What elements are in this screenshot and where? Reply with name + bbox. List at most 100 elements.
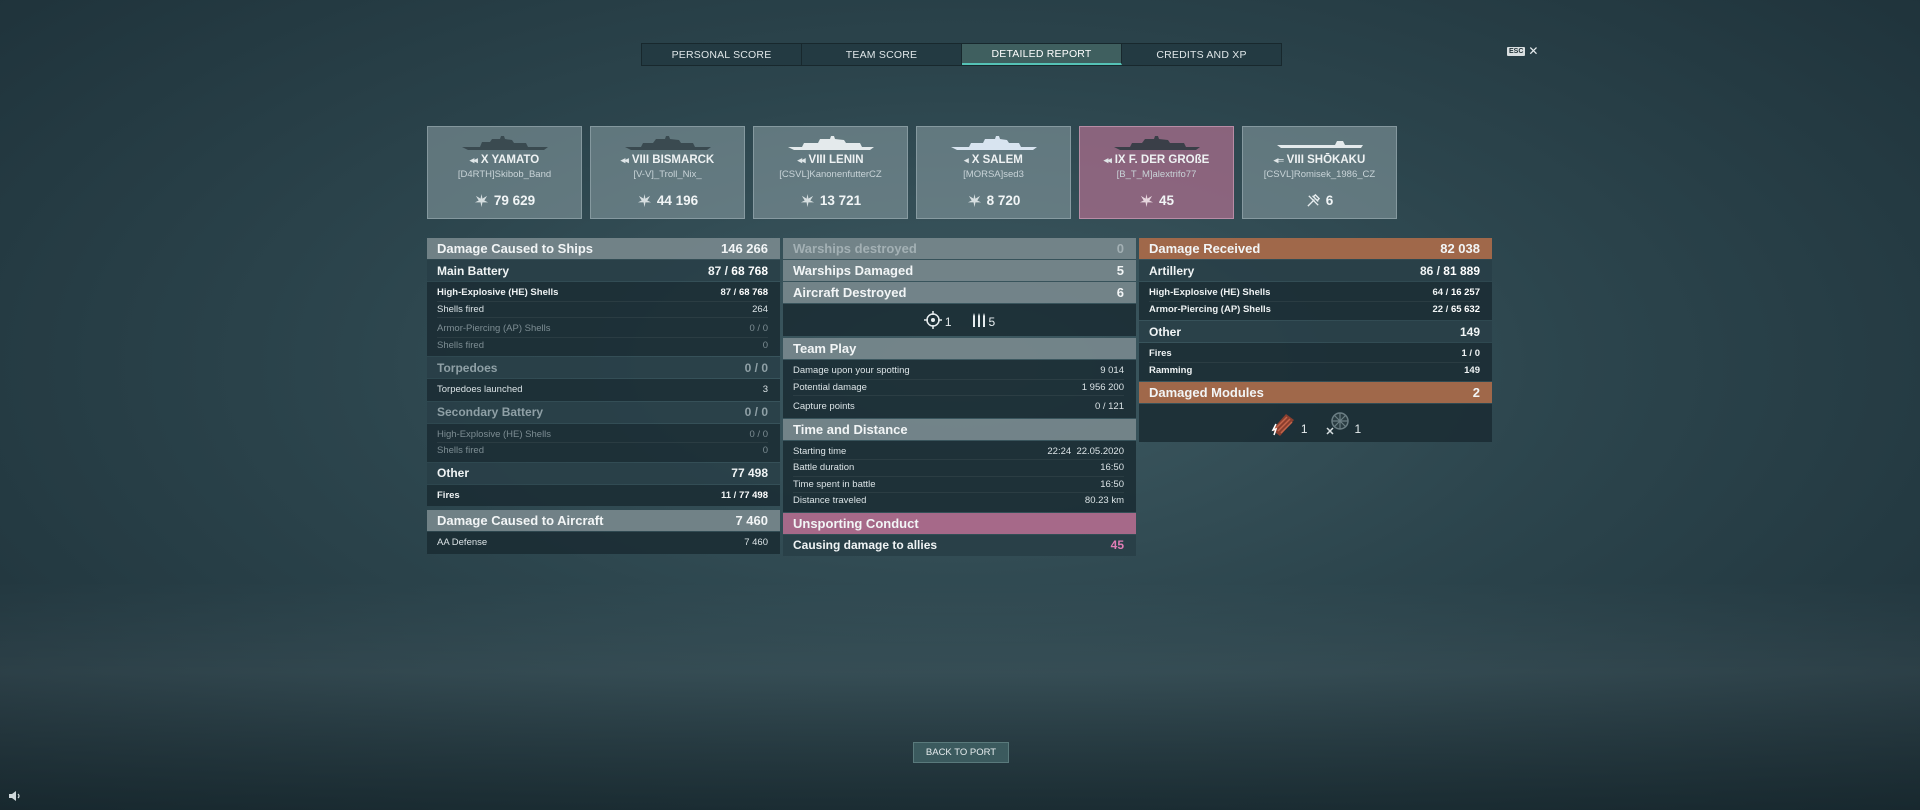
- engine-damage-count: 1: [1300, 422, 1308, 436]
- main-battery-row: Main Battery 87 / 68 768: [427, 260, 780, 281]
- team-play-details: Damage upon your spotting 9 014 Potential…: [783, 360, 1136, 418]
- battle-summary-panel: Warships destroyed 0 Warships Damaged 5 Ai…: [783, 238, 1136, 557]
- damage-received-panel: Damage Received 82 038 Artillery 86 / 81 8…: [1139, 238, 1492, 442]
- spotted-count: 1: [944, 315, 952, 329]
- warships-damaged-header: Warships Damaged 5: [783, 260, 1136, 281]
- ship-silhouette-icon: [1277, 141, 1363, 148]
- ship-silhouette-icon: [625, 136, 711, 150]
- ships-row: ◂◂ X YAMATO [D4RTH]Skibob_Band 79 629 ◂◂ V…: [427, 126, 1397, 219]
- received-ap-row: Armor-Piercing (AP) Shells 22 / 65 632: [1149, 303, 1480, 315]
- ship-card[interactable]: ◂ X SALEM [MORSA]sed3 8 720: [916, 126, 1071, 219]
- ship-class-icon: ◂◂: [469, 154, 478, 165]
- main-battery-details: High-Explosive (HE) Shells 87 / 68 768 Sh…: [427, 282, 780, 356]
- spotting-damage-row: Damage upon your spotting 9 014: [793, 363, 1124, 380]
- player-name: [B_T_M]alextrifo77: [1116, 169, 1197, 180]
- damage-allies-row: Causing damage to allies 45: [783, 534, 1136, 556]
- starting-time-row: Starting time 22:24 22.05.2020: [793, 444, 1124, 460]
- other-damage-row: Other 77 498: [427, 462, 780, 484]
- ship-score: 45: [1158, 193, 1175, 208]
- ship-card[interactable]: ◂◂ IX F. DER GROßE [B_T_M]alextrifo77 45: [1079, 126, 1234, 219]
- ship-card[interactable]: ◂◂ VIII LENIN [CSVL]KanonenfutterCZ 13 72…: [753, 126, 908, 219]
- ship-name: VIII LENIN: [808, 154, 864, 166]
- capture-points-row: Capture points 0 / 121: [793, 401, 1124, 413]
- tab-credits-xp[interactable]: CREDITS AND XP: [1122, 44, 1281, 65]
- player-name: [MORSA]sed3: [963, 169, 1024, 180]
- damage-ships-header: Damage Caused to Ships 146 266: [427, 238, 780, 259]
- ap-shells-row: Armor-Piercing (AP) Shells 0 / 0: [437, 321, 768, 338]
- battle-duration-row: Battle duration 16:50: [793, 460, 1124, 477]
- player-name: [D4RTH]Skibob_Band: [457, 169, 552, 180]
- received-he-row: High-Explosive (HE) Shells 64 / 16 257: [1149, 285, 1480, 302]
- fires-row: Fires 11 / 77 498: [437, 489, 768, 501]
- player-name: [CSVL]Romisek_1986_CZ: [1263, 169, 1376, 180]
- ship-card[interactable]: ◂═ VIII SHŌKAKU [CSVL]Romisek_1986_CZ 6: [1242, 126, 1397, 219]
- ship-class-icon: ◂◂: [1103, 154, 1112, 165]
- sound-icon[interactable]: [8, 790, 22, 802]
- artillery-row: Artillery 86 / 81 889: [1139, 260, 1492, 281]
- ship-score: 79 629: [493, 193, 536, 208]
- ship-score: 44 196: [656, 193, 699, 208]
- he-shells-fired-row: Shells fired 264: [437, 302, 768, 318]
- ap-shells-fired-row: Shells fired 0: [437, 339, 768, 351]
- back-to-port-button[interactable]: BACK TO PORT: [913, 742, 1009, 763]
- achievement-icons: 1 5: [783, 304, 1136, 336]
- damage-icon: [1139, 193, 1154, 208]
- artillery-details: High-Explosive (HE) Shells 64 / 16 257 Ar…: [1139, 282, 1492, 320]
- tab-personal-score[interactable]: PERSONAL SCORE: [642, 44, 802, 65]
- ship-name: IX F. DER GROßE: [1114, 154, 1210, 166]
- he-shells-row: High-Explosive (HE) Shells 87 / 68 768: [437, 285, 768, 302]
- ship-silhouette-icon: [462, 136, 548, 150]
- damaged-modules-icons: 1 1: [1139, 404, 1492, 442]
- esc-key-icon: ESC: [1507, 46, 1526, 56]
- secondary-details: High-Explosive (HE) Shells 0 / 0 Shells f…: [427, 423, 780, 462]
- ship-silhouette-icon: [788, 136, 874, 150]
- secondary-he-row: High-Explosive (HE) Shells 0 / 0: [437, 427, 768, 443]
- ship-card[interactable]: ◂◂ VIII BISMARCK [V-V]_Troll_Nix_ 44 196: [590, 126, 745, 219]
- received-other-row: Other 149: [1139, 321, 1492, 342]
- damage-icon: [800, 193, 814, 208]
- plane-shot-icon: [1307, 193, 1320, 207]
- secondary-battery-row: Secondary Battery 0 / 0: [427, 401, 780, 423]
- tab-team-score[interactable]: TEAM SCORE: [802, 44, 962, 65]
- shells-ribbon-icon: [972, 313, 985, 327]
- player-name: [V-V]_Troll_Nix_: [633, 169, 702, 180]
- ship-card[interactable]: ◂◂ X YAMATO [D4RTH]Skibob_Band 79 629: [427, 126, 582, 219]
- player-name: [CSVL]KanonenfutterCZ: [779, 169, 882, 180]
- spotted-icon: [923, 311, 942, 329]
- ship-class-icon: ◂◂: [620, 154, 629, 165]
- ship-name: VIII BISMARCK: [631, 154, 715, 166]
- ship-score: 6: [1325, 193, 1334, 208]
- ship-name: X SALEM: [971, 154, 1023, 166]
- rudder-damage-count: 1: [1354, 422, 1362, 436]
- damaged-modules-header: Damaged Modules 2: [1139, 382, 1492, 403]
- received-other-details: Fires 1 / 0 Ramming 149: [1139, 343, 1492, 381]
- damage-aircraft-header: Damage Caused to Aircraft 7 460: [427, 510, 780, 531]
- ship-score: 13 721: [819, 193, 862, 208]
- ship-class-icon: ◂◂: [797, 154, 806, 165]
- warships-destroyed-header: Warships destroyed 0: [783, 238, 1136, 259]
- damage-icon: [474, 193, 488, 208]
- close-button[interactable]: ESC ✕: [1507, 45, 1538, 57]
- damage-received-header: Damage Received 82 038: [1139, 238, 1492, 259]
- engine-damage-icon: [1271, 414, 1294, 436]
- time-distance-header: Time and Distance: [783, 418, 1136, 440]
- tab-detailed-report[interactable]: DETAILED REPORT: [962, 44, 1122, 65]
- background-sea: [0, 580, 1920, 810]
- carrier-class-icon: ◂═: [1273, 154, 1284, 165]
- ship-silhouette-icon: [1114, 136, 1200, 150]
- torpedoes-launched-row: Torpedoes launched 3: [437, 384, 768, 396]
- report-tabs: PERSONAL SCORE TEAM SCORE DETAILED REPOR…: [641, 43, 1282, 66]
- team-play-header: Team Play: [783, 338, 1136, 359]
- unsporting-conduct-header: Unsporting Conduct: [783, 512, 1136, 534]
- ship-name: VIII SHŌKAKU: [1286, 154, 1366, 166]
- ramming-row: Ramming 149: [1149, 364, 1480, 376]
- aa-defense-row: AA Defense 7 460: [437, 537, 768, 549]
- aa-details: AA Defense 7 460: [427, 532, 780, 554]
- rudder-damage-icon: [1325, 412, 1349, 435]
- damage-icon: [637, 193, 651, 208]
- ship-class-icon: ◂: [964, 154, 968, 165]
- ribbons-count: 5: [988, 315, 996, 329]
- torpedoes-details: Torpedoes launched 3: [427, 379, 780, 401]
- secondary-fired-row: Shells fired 0: [437, 445, 768, 457]
- ship-score: 8 720: [986, 193, 1021, 208]
